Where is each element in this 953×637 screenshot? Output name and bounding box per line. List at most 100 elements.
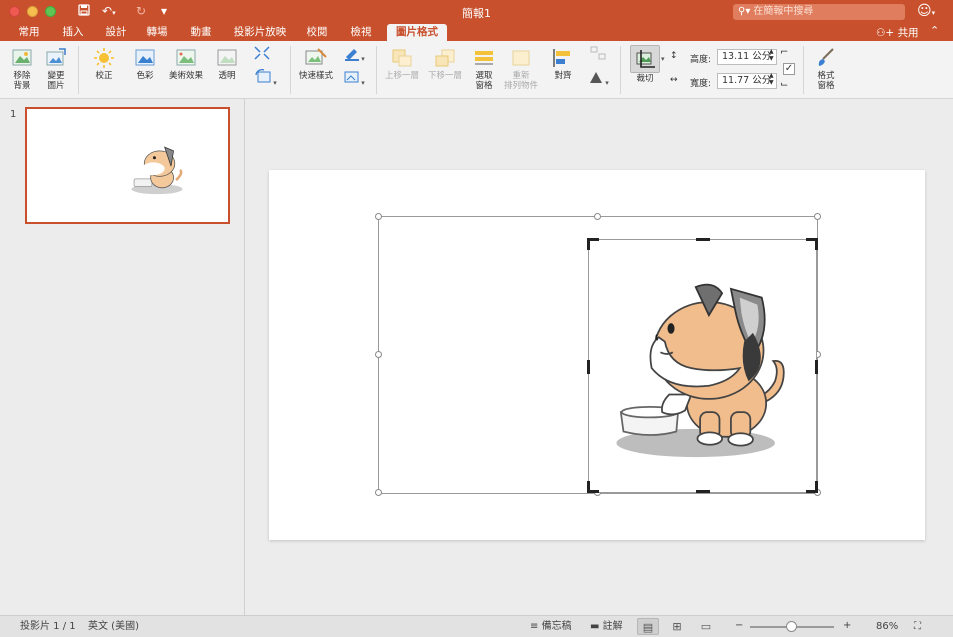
compress-icon: [254, 46, 270, 60]
share-button[interactable]: ⚇+ 共用: [876, 25, 919, 40]
crop-handle-bottom[interactable]: [696, 490, 710, 493]
ribbon-separator: [620, 46, 621, 94]
crop-region[interactable]: [587, 238, 818, 493]
corrections-button[interactable]: 校正: [86, 47, 122, 81]
tab-animations[interactable]: 動畫: [182, 24, 220, 41]
feedback-smiley-icon[interactable]: ☺▾: [917, 3, 935, 19]
ribbon-separator: [803, 46, 804, 94]
resize-handle-top-right[interactable]: [814, 213, 821, 220]
reset-picture-button[interactable]: ▾: [252, 69, 280, 88]
fit-to-window-icon[interactable]: ⛶: [914, 620, 921, 633]
zoom-level[interactable]: 86%: [876, 620, 898, 633]
height-stepper[interactable]: ▲ ▼: [769, 48, 774, 62]
tab-design[interactable]: 設計: [99, 24, 133, 41]
ribbon-separator: [290, 46, 291, 94]
compress-pictures-button[interactable]: [252, 45, 272, 64]
normal-view-button[interactable]: ▤: [637, 618, 659, 635]
align-button[interactable]: 對齊: [546, 47, 580, 81]
change-picture-button[interactable]: 變更 圖片: [42, 47, 70, 91]
corrections-label: 校正: [95, 71, 113, 81]
crop-label: 裁切: [636, 74, 654, 84]
cat-thumbnail-image: [131, 146, 183, 195]
resize-handle-bottom-left[interactable]: [375, 489, 382, 496]
reading-view-button[interactable]: ▭: [695, 618, 717, 635]
slide-number: 1: [10, 109, 17, 120]
transparency-label: 透明: [218, 71, 236, 81]
transparency-button[interactable]: 透明: [210, 47, 244, 81]
ribbon-separator: [78, 46, 79, 94]
slide-canvas[interactable]: [269, 170, 925, 540]
width-field[interactable]: 11.77 公分: [717, 73, 777, 89]
height-icon: ↕: [670, 51, 678, 61]
crop-icon: [636, 50, 655, 68]
remove-background-button[interactable]: 移除 背景: [8, 47, 36, 91]
sun-icon: [94, 48, 114, 68]
selection-pane-label: 選取 窗格: [475, 71, 493, 91]
paintbrush-icon: [818, 48, 834, 66]
crop-handle-top[interactable]: [696, 238, 710, 241]
tab-transitions[interactable]: 轉場: [140, 24, 174, 41]
zoom-out-button[interactable]: −: [735, 619, 743, 632]
slide-sorter-view-button[interactable]: ⊞: [666, 618, 688, 635]
lock-aspect-checkbox[interactable]: ✓: [783, 63, 795, 75]
crop-handle-left[interactable]: [587, 360, 590, 374]
picture-effects-button[interactable]: ▾: [340, 69, 368, 88]
share-label: 共用: [897, 27, 919, 39]
rotate-icon: [590, 72, 603, 83]
color-button[interactable]: 色彩: [128, 47, 162, 81]
zoom-slider-knob[interactable]: [786, 621, 797, 632]
send-backward-button[interactable]: 下移一層: [424, 47, 466, 81]
bring-forward-label: 上移一層: [384, 71, 419, 81]
crop-handle-bottom-left[interactable]: [587, 490, 599, 493]
collapse-ribbon-icon[interactable]: ⌃: [930, 24, 939, 37]
quick-styles-button[interactable]: 快速樣式: [296, 47, 336, 81]
language-indicator[interactable]: 英文 (美國): [88, 620, 139, 633]
comment-icon: ▬: [590, 621, 600, 632]
crop-handle-right[interactable]: [815, 360, 818, 374]
comments-button[interactable]: ▬ 註解: [590, 620, 623, 633]
align-icon: [553, 49, 570, 67]
resize-handle-top[interactable]: [594, 213, 601, 220]
rotate-button[interactable]: ▾: [584, 69, 612, 88]
crop-handle-bottom-right[interactable]: [806, 490, 818, 493]
artistic-effects-button[interactable]: 美術效果: [166, 47, 206, 81]
tab-view[interactable]: 檢視: [344, 24, 378, 41]
notes-button[interactable]: ≡ 備忘稿: [530, 620, 572, 633]
group-icon: [590, 46, 606, 60]
width-stepper[interactable]: ▲ ▼: [769, 72, 774, 86]
resize-handle-left[interactable]: [375, 351, 382, 358]
cat-picture: [616, 283, 785, 458]
change-picture-label: 變更 圖片: [47, 71, 65, 91]
search-placeholder: 在簡報中搜尋: [753, 6, 814, 17]
tab-insert[interactable]: 插入: [56, 24, 90, 41]
slide-thumbnail[interactable]: [25, 107, 230, 224]
reorder-objects-button[interactable]: 重新 排列物件: [500, 47, 542, 91]
format-pane-label: 格式 窗格: [817, 71, 835, 91]
lock-aspect-bracket-icon: ⌐: [780, 47, 789, 58]
picture-border-button[interactable]: ▾: [340, 45, 368, 64]
format-pane-button[interactable]: 格式 窗格: [810, 47, 842, 91]
tab-home[interactable]: 常用: [12, 24, 46, 41]
bring-forward-button[interactable]: 上移一層: [382, 47, 422, 81]
send-backward-label: 下移一層: [427, 71, 462, 81]
notes-icon: ≡: [530, 621, 539, 632]
crop-handle-top-right-v[interactable]: [815, 238, 818, 250]
resize-handle-top-left[interactable]: [375, 213, 382, 220]
zoom-in-button[interactable]: +: [843, 619, 851, 632]
tab-review[interactable]: 校閱: [300, 24, 334, 41]
crop-button[interactable]: 裁切: [626, 45, 664, 84]
quick-styles-label: 快速樣式: [298, 71, 333, 81]
color-icon: [135, 49, 155, 66]
tab-slideshow[interactable]: 投影片放映: [229, 24, 291, 41]
change-picture-icon: [46, 48, 66, 66]
notes-label: 備忘稿: [541, 621, 572, 632]
selection-pane-button[interactable]: 選取 窗格: [468, 47, 500, 91]
search-input[interactable]: ⚲▾ 在簡報中搜尋: [733, 4, 905, 20]
group-button[interactable]: [584, 45, 612, 64]
height-field[interactable]: 13.11 公分: [717, 49, 777, 65]
crop-handle-top-left-v[interactable]: [587, 238, 590, 250]
pen-icon: [345, 49, 360, 61]
reset-picture-icon: [255, 69, 271, 83]
tab-picture-format[interactable]: 圖片格式: [387, 24, 447, 41]
ribbon-tabs: 常用 插入 設計 轉場 動畫 投影片放映 校閱 檢視 圖片格式 ⚇+ 共用 ⌃: [0, 24, 953, 41]
